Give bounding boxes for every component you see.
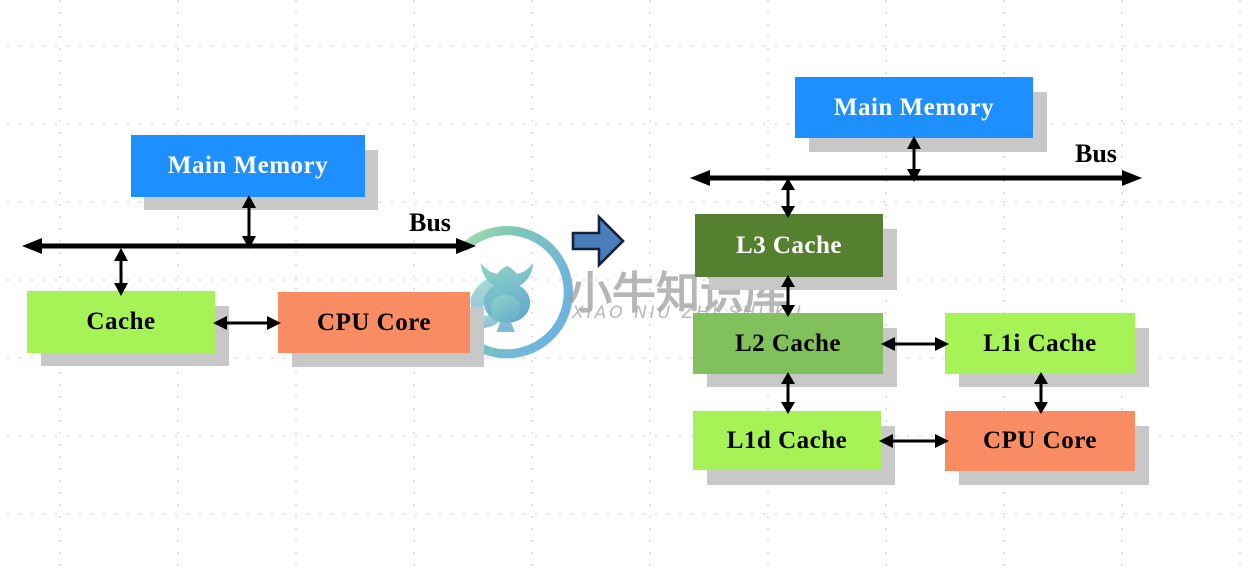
transition-right-arrow-icon [571,213,625,269]
connector-l2cache-to-l1dcache [781,372,795,414]
node-l2-cache: L2 Cache [693,313,883,374]
bus-label-right: Bus [1075,139,1117,168]
connector-l1dcache-to-cpucore [879,434,949,448]
node-l1d-cache: L1d Cache [693,411,881,470]
node-cpu-core-right: CPU Core [945,411,1135,471]
connector-cache-to-cpucore-left [213,316,281,330]
connector-bus-to-cache-left [114,248,128,296]
node-cpu-core-left: CPU Core [278,292,470,353]
connector-bus-to-l3cache [781,178,795,218]
node-main-memory-left: Main Memory [131,135,365,197]
diagram-canvas: 小牛知识库 XIAO NIU ZHI SHI KU Main Memory Bu… [0,0,1243,573]
bus-line-left [22,238,476,254]
node-l1i-cache: L1i Cache [945,313,1135,374]
connector-l3cache-to-l2cache [781,275,795,317]
node-l3-cache: L3 Cache [695,214,883,277]
node-cache-left: Cache [27,291,215,353]
connector-l1icache-to-cpucore [1034,372,1048,414]
bus-label-left: Bus [409,208,451,237]
bus-line-right [690,170,1142,186]
node-main-memory-right: Main Memory [795,77,1033,138]
connector-l2cache-to-l1icache [881,337,949,351]
